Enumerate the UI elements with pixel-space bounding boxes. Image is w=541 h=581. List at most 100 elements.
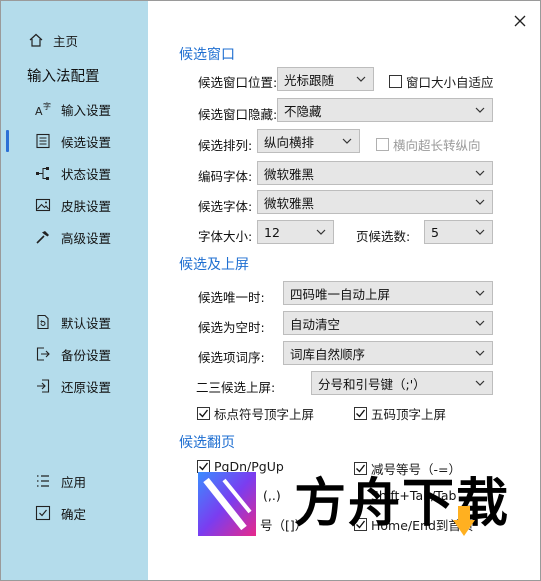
apply-list-icon (34, 472, 52, 490)
page-count-label: 页候选数: (356, 229, 411, 244)
section-title-candidate-window: 候选窗口 (179, 47, 235, 63)
order-value: 词库自然顺序 (290, 346, 366, 362)
chevron-down-icon (475, 350, 485, 356)
sidebar-item-candidate-settings[interactable]: 候选设置 (1, 127, 148, 155)
cand-font-label: 候选字体: (198, 199, 253, 214)
close-button[interactable] (510, 11, 530, 31)
chevron-down-icon (475, 290, 485, 296)
section-title-candidate-commit: 候选及上屏 (179, 257, 249, 273)
sidebar-item-input-settings[interactable]: A字 输入设置 (1, 95, 148, 123)
sidebar-item-label: 候选设置 (61, 134, 112, 150)
watermark-logo-icon (198, 472, 256, 536)
checkbox-box (389, 75, 402, 88)
settings-window: 主页 输入法配置 A字 输入设置 候选设置 状态设置 皮肤设置 高级设置 默认设… (0, 0, 541, 581)
hide-value: 不隐藏 (284, 103, 322, 119)
hide-select[interactable]: 不隐藏 (277, 98, 493, 122)
watermark-text: 方舟下载 (294, 474, 511, 534)
sidebar: 主页 输入法配置 A字 输入设置 候选设置 状态设置 皮肤设置 高级设置 默认设… (1, 1, 148, 580)
reset-document-icon (34, 313, 52, 331)
sidebar-item-home[interactable]: 主页 (27, 29, 78, 51)
font-size-label: 字体大小: (198, 229, 253, 244)
empty-value: 自动清空 (290, 316, 341, 332)
svg-text:字: 字 (43, 101, 51, 111)
auto-fit-checkbox[interactable]: 窗口大小自适应 (389, 72, 494, 91)
position-select[interactable]: 光标跟随 (277, 67, 374, 91)
empty-select[interactable]: 自动清空 (283, 311, 493, 335)
second-third-select[interactable]: 分号和引号键（;'） (311, 371, 493, 395)
order-label: 候选项词序: (198, 350, 265, 365)
sidebar-item-restore-settings[interactable]: 还原设置 (1, 372, 148, 400)
sidebar-home-label: 主页 (53, 33, 79, 49)
watermark-overlay: 方舟下载 (194, 468, 539, 543)
layout-value: 纵向横排 (264, 134, 315, 150)
punct-commit-label: 标点符号顶字上屏 (214, 407, 315, 422)
layout-select[interactable]: 纵向横排 (257, 129, 360, 153)
fivecode-commit-label: 五码顶字上屏 (371, 407, 447, 422)
cand-font-value: 微软雅黑 (264, 195, 315, 211)
hide-label: 候选窗口隐藏: (198, 107, 278, 122)
order-select[interactable]: 词库自然顺序 (283, 341, 493, 365)
checkbox-box (354, 407, 367, 420)
chevron-down-icon (475, 320, 485, 326)
sidebar-item-advanced-settings[interactable]: 高级设置 (1, 223, 148, 251)
second-third-value: 分号和引号键（;'） (318, 376, 426, 392)
chevron-down-icon (475, 229, 485, 235)
unique-label: 候选唯一时: (198, 290, 265, 305)
empty-label: 候选为空时: (198, 320, 265, 335)
fivecode-commit-checkbox[interactable]: 五码顶字上屏 (354, 404, 446, 423)
home-icon (27, 31, 45, 49)
chevron-down-icon (475, 170, 485, 176)
punct-commit-checkbox[interactable]: 标点符号顶字上屏 (197, 404, 314, 423)
sidebar-item-skin-settings[interactable]: 皮肤设置 (1, 191, 148, 219)
sidebar-item-default-settings[interactable]: 默认设置 (1, 308, 148, 336)
sidebar-item-label: 还原设置 (61, 379, 112, 395)
code-font-value: 微软雅黑 (264, 166, 315, 182)
chevron-down-icon (475, 199, 485, 205)
download-arrow-icon (453, 506, 475, 536)
position-label: 候选窗口位置: (198, 75, 278, 90)
font-size-value: 12 (264, 224, 280, 240)
sidebar-item-label: 输入设置 (61, 102, 112, 118)
sidebar-item-label: 高级设置 (61, 230, 112, 246)
apply-button-label: 应用 (61, 474, 87, 490)
sidebar-item-backup-settings[interactable]: 备份设置 (1, 340, 148, 368)
status-nodes-icon (34, 164, 52, 182)
close-icon (514, 15, 526, 27)
sidebar-heading: 输入法配置 (27, 69, 100, 85)
code-font-select[interactable]: 微软雅黑 (257, 161, 493, 185)
chevron-down-icon (316, 229, 326, 235)
checkmark-icon (356, 409, 366, 418)
svg-text:A: A (35, 105, 43, 118)
unique-select[interactable]: 四码唯一自动上屏 (283, 281, 493, 305)
section-title-candidate-paging: 候选翻页 (179, 435, 235, 451)
sidebar-item-label: 皮肤设置 (61, 198, 112, 214)
confirm-button[interactable]: 确定 (1, 499, 148, 527)
page-count-value: 5 (431, 224, 439, 240)
chevron-down-icon (475, 380, 485, 386)
confirm-button-label: 确定 (61, 506, 87, 522)
list-document-icon (34, 132, 52, 150)
confirm-check-icon (34, 504, 52, 522)
overflow-vertical-checkbox[interactable]: 横向超长转纵向 (376, 135, 481, 154)
image-icon (34, 196, 52, 214)
checkmark-icon (199, 409, 209, 418)
export-icon (34, 345, 52, 363)
apply-button[interactable]: 应用 (1, 467, 148, 495)
font-size-select[interactable]: 12 (257, 220, 334, 244)
page-count-select[interactable]: 5 (424, 220, 493, 244)
unique-value: 四码唯一自动上屏 (290, 286, 391, 302)
font-size-icon: A字 (34, 100, 52, 118)
sidebar-item-label: 默认设置 (61, 315, 112, 331)
checkbox-box (376, 138, 389, 151)
sidebar-item-label: 备份设置 (61, 347, 112, 363)
sidebar-item-status-settings[interactable]: 状态设置 (1, 159, 148, 187)
chevron-down-icon (356, 76, 366, 82)
overflow-vertical-label: 横向超长转纵向 (393, 138, 481, 153)
auto-fit-label: 窗口大小自适应 (406, 75, 494, 90)
layout-label: 候选排列: (198, 138, 253, 153)
sidebar-item-label: 状态设置 (61, 166, 112, 182)
checkbox-box (197, 407, 210, 420)
chevron-down-icon (475, 107, 485, 113)
cand-font-select[interactable]: 微软雅黑 (257, 190, 493, 214)
chevron-down-icon (342, 138, 352, 144)
